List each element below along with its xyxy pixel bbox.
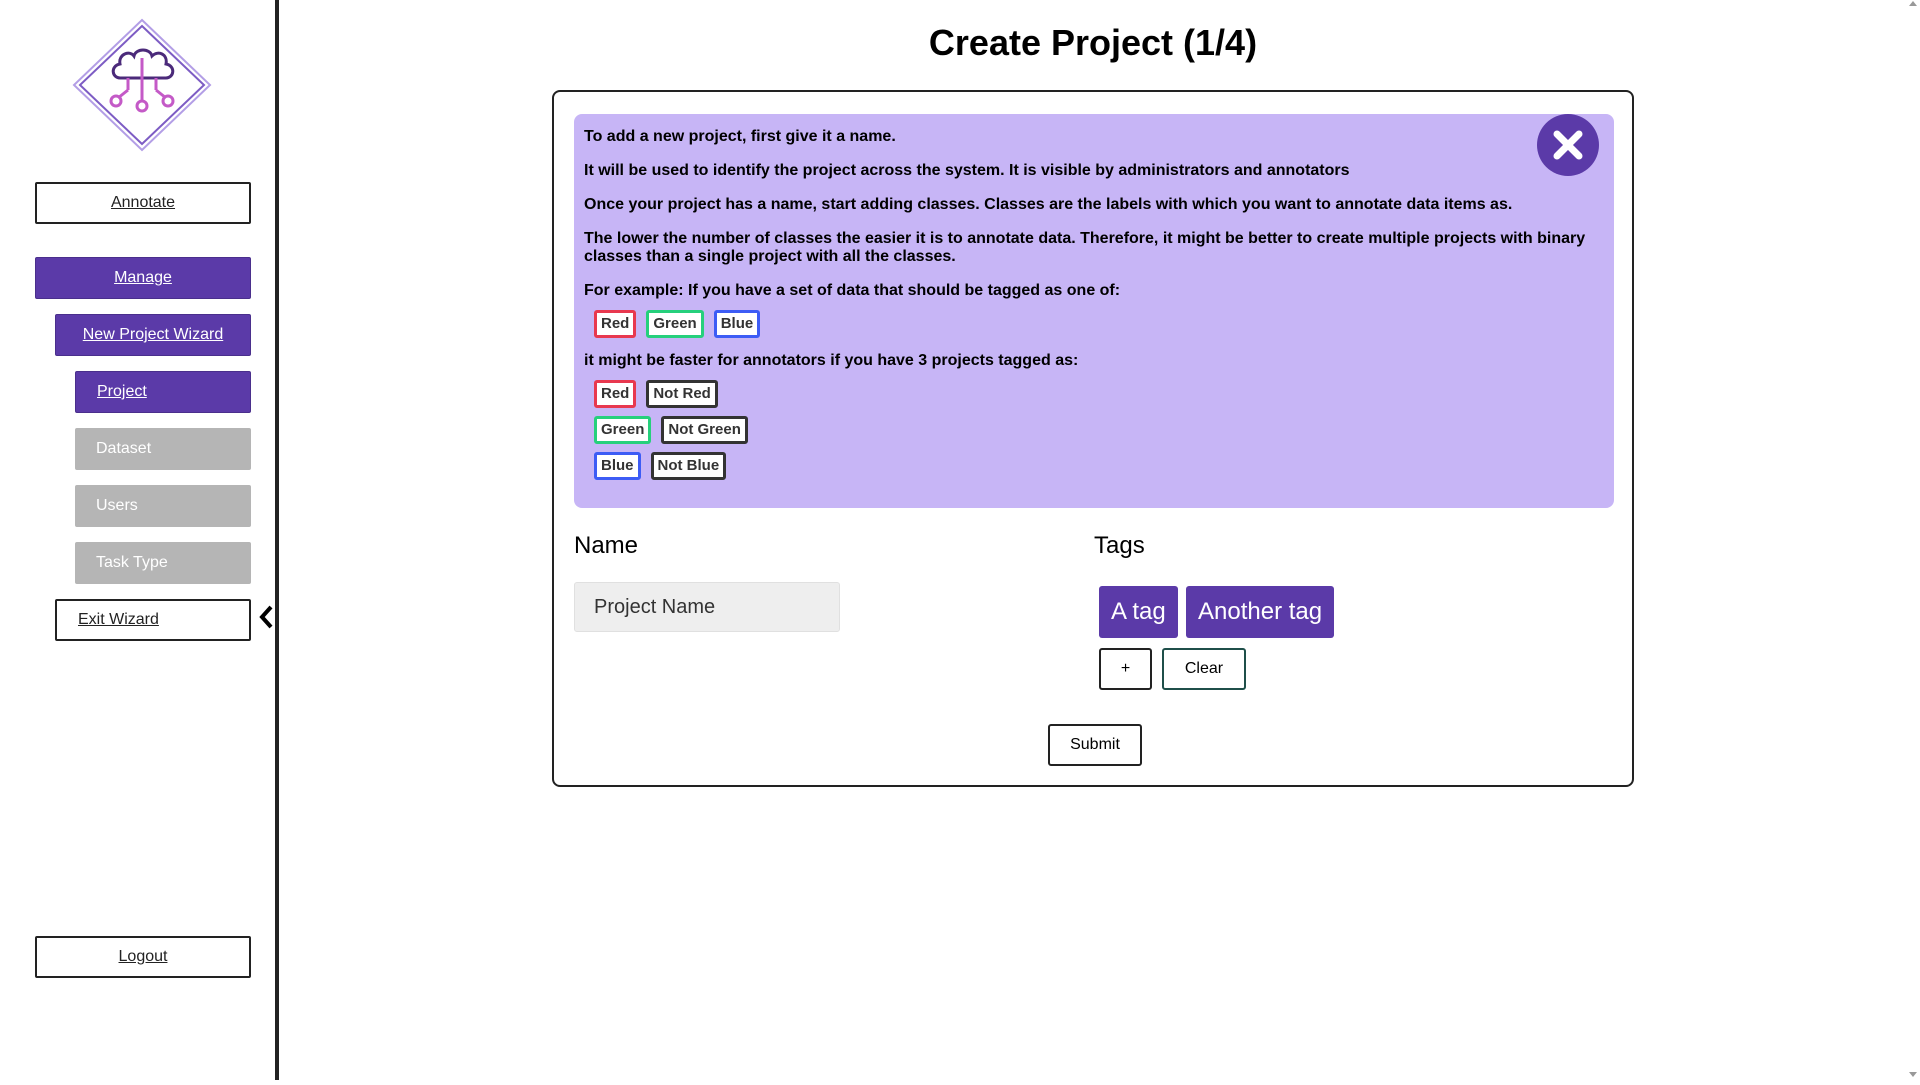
- example-chip: Green: [646, 310, 704, 338]
- help-text: It will be used to identify the project …: [584, 162, 1350, 179]
- sidebar: Annotate Manage New Project Wizard Proje…: [0, 0, 279, 1080]
- help-text: Once your project has a name, start addi…: [584, 196, 1513, 213]
- annotate-button[interactable]: Annotate: [35, 182, 251, 224]
- scrollbar[interactable]: [1906, 0, 1920, 1080]
- close-help-icon[interactable]: [1537, 114, 1599, 176]
- help-text: For example: If you have a set of data t…: [584, 282, 1121, 299]
- wizard-step-project[interactable]: Project: [75, 371, 251, 413]
- clear-tags-button[interactable]: Clear: [1162, 648, 1246, 690]
- example-chip-row: Red Green Blue: [594, 310, 1604, 338]
- create-project-card: To add a new project, first give it a na…: [552, 90, 1634, 787]
- help-panel: To add a new project, first give it a na…: [574, 114, 1614, 508]
- binary-chip-row: Green Not Green: [594, 416, 1604, 444]
- wizard-step-dataset: Dataset: [75, 428, 251, 470]
- wizard-step-task-type: Task Type: [75, 542, 251, 584]
- submit-button[interactable]: Submit: [1048, 724, 1142, 766]
- example-chip: Not Green: [661, 416, 748, 444]
- tag-chip[interactable]: Another tag: [1186, 586, 1335, 638]
- exit-wizard-button[interactable]: Exit Wizard: [55, 599, 251, 641]
- help-text: it might be faster for annotators if you…: [584, 352, 1079, 369]
- example-chip: Green: [594, 416, 652, 444]
- example-chip: Red: [594, 310, 637, 338]
- page-title: Create Project (1/4): [928, 22, 1258, 63]
- binary-chip-row: Blue Not Blue: [594, 452, 1604, 480]
- manage-button[interactable]: Manage: [35, 257, 251, 299]
- example-chip: Blue: [713, 310, 761, 338]
- wizard-step-users: Users: [75, 485, 251, 527]
- collapse-sidebar-chevron-left-icon[interactable]: [256, 603, 276, 631]
- example-chip: Not Blue: [650, 452, 727, 480]
- project-name-input[interactable]: Project Name: [574, 582, 840, 632]
- tags-label: Tags: [1094, 532, 1145, 559]
- help-text: The lower the number of classes the easi…: [584, 230, 1586, 265]
- example-chip: Red: [594, 380, 637, 408]
- new-project-wizard-button[interactable]: New Project Wizard: [55, 314, 251, 356]
- help-text: To add a new project, first give it a na…: [584, 128, 896, 145]
- binary-chip-row: Red Not Red: [594, 380, 1604, 408]
- tag-chip[interactable]: A tag: [1099, 586, 1178, 638]
- logout-button[interactable]: Logout: [35, 936, 251, 978]
- example-chip: Not Red: [646, 380, 718, 408]
- example-chip: Blue: [594, 452, 641, 480]
- add-tag-button[interactable]: +: [1099, 648, 1152, 690]
- name-label: Name: [574, 532, 639, 559]
- brain-logo: [72, 18, 212, 152]
